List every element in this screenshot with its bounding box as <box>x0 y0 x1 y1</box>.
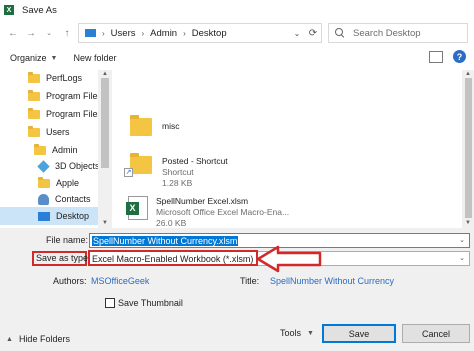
authors-value[interactable]: MSOfficeGeek <box>91 276 149 286</box>
nav-item-label: Contacts <box>55 194 91 204</box>
file-name: SpellNumber Excel.xlsm <box>156 196 249 206</box>
save-button[interactable]: Save <box>322 324 396 343</box>
forward-arrow-icon[interactable]: → <box>22 24 40 42</box>
folder-icon <box>28 89 40 101</box>
file-item-posted-shortcut[interactable]: ↗ Posted - Shortcut Shortcut 1.28 KB <box>124 153 228 189</box>
title-label: Title: <box>240 276 260 286</box>
file-item-spellnumber-excel[interactable]: SpellNumber Excel.xlsm Microsoft Office … <box>126 196 290 229</box>
nav-item-apple[interactable]: Apple <box>38 175 79 191</box>
cancel-button[interactable]: Cancel <box>402 324 470 343</box>
file-name-value: SpellNumber Without Currency.xlsm <box>92 235 239 246</box>
hide-folders-button[interactable]: ▲ Hide Folders <box>6 334 70 344</box>
address-bar[interactable]: › Users › Admin › Desktop ⌄ ⟳ <box>78 23 322 43</box>
recent-locations-chevron-icon[interactable]: ⌄ <box>40 24 58 42</box>
file-item-misc[interactable]: misc <box>130 115 180 136</box>
tools-label: Tools <box>280 328 302 338</box>
excel-icon: X <box>4 5 14 15</box>
file-type: Microsoft Office Excel Macro-Ena... <box>156 207 290 217</box>
excel-file-icon <box>126 196 148 220</box>
scroll-down-icon[interactable]: ▼ <box>98 219 112 228</box>
view-options-icon[interactable] <box>429 50 443 63</box>
nav-item-contacts[interactable]: Contacts <box>38 191 91 207</box>
folder-icon <box>28 125 40 137</box>
file-list: misc ↗ Posted - Shortcut Shortcut 1.28 K… <box>112 70 462 228</box>
breadcrumb-users[interactable]: Users <box>111 28 136 39</box>
nav-item-users[interactable]: Users <box>28 124 70 140</box>
nav-item-label: 3D Objects <box>55 161 100 171</box>
breadcrumb-desktop[interactable]: Desktop <box>192 28 227 39</box>
breadcrumb-admin[interactable]: Admin <box>150 28 177 39</box>
contacts-icon <box>38 193 49 205</box>
nav-pane-scrollbar[interactable]: ▲ ▼ <box>98 70 112 228</box>
new-folder-button[interactable]: New folder <box>73 53 116 63</box>
navigation-bar: ← → ⌄ ↑ › Users › Admin › Desktop ⌄ ⟳ Se… <box>0 20 474 46</box>
file-name: Posted - Shortcut <box>162 156 228 166</box>
help-icon[interactable]: ? <box>453 50 466 63</box>
shortcut-arrow-icon: ↗ <box>124 168 133 177</box>
file-type: Shortcut <box>162 167 194 177</box>
save-thumbnail-checkbox[interactable] <box>105 298 115 308</box>
search-input[interactable]: Search Desktop <box>328 23 468 43</box>
this-pc-icon <box>85 29 96 37</box>
scroll-down-icon[interactable]: ▼ <box>462 219 474 228</box>
nav-item-label: PerfLogs <box>46 73 83 83</box>
file-name-label: File name: <box>46 235 89 245</box>
save-as-type-value-highlight <box>88 250 258 266</box>
command-toolbar: Organize ▼ New folder ? <box>0 46 474 70</box>
save-as-type-label: Save as type: <box>36 253 91 263</box>
title-value[interactable]: SpellNumber Without Currency <box>270 276 394 286</box>
desktop-icon <box>38 211 50 221</box>
file-name: misc <box>162 121 180 131</box>
nav-item-admin[interactable]: Admin <box>34 142 78 158</box>
nav-item-desktop[interactable]: Desktop <box>0 207 98 225</box>
chevron-down-icon[interactable]: ⌄ <box>459 254 465 262</box>
scrollbar-thumb[interactable] <box>101 78 109 168</box>
folder-icon <box>28 71 40 83</box>
authors-label: Authors: <box>53 276 87 286</box>
refresh-icon[interactable]: ⟳ <box>305 28 321 39</box>
nav-item-program-files[interactable]: Program Files <box>28 88 102 104</box>
folder-icon <box>28 107 40 119</box>
folder-icon <box>34 143 46 155</box>
window-title: Save As <box>22 4 57 16</box>
chevron-up-icon: ▲ <box>6 335 13 343</box>
organize-label: Organize <box>10 53 47 63</box>
nav-item-label: Apple <box>56 178 80 188</box>
chevron-down-icon: ▼ <box>307 329 314 337</box>
search-icon <box>335 28 345 38</box>
save-form: File name: SpellNumber Without Currency.… <box>0 228 474 351</box>
organize-button[interactable]: Organize ▼ <box>10 53 57 63</box>
address-dropdown-icon[interactable]: ⌄ <box>289 29 305 38</box>
navigation-pane: PerfLogs Program Files Program Files ( U… <box>0 70 112 228</box>
save-thumbnail-label[interactable]: Save Thumbnail <box>118 298 183 308</box>
nav-item-perflogs[interactable]: PerfLogs <box>28 70 82 86</box>
nav-item-label: Program Files <box>46 91 103 101</box>
chevron-down-icon[interactable]: ⌄ <box>459 236 465 244</box>
nav-item-label: Users <box>46 127 70 137</box>
nav-item-label: Admin <box>52 145 78 155</box>
folder-icon <box>130 115 152 136</box>
hide-folders-label: Hide Folders <box>18 334 70 344</box>
3d-objects-icon <box>37 159 50 173</box>
nav-item-3d-objects[interactable]: 3D Objects <box>37 158 100 174</box>
tools-button[interactable]: Tools ▼ <box>280 328 314 338</box>
nav-item-program-files-x86[interactable]: Program Files ( <box>28 106 108 122</box>
search-placeholder: Search Desktop <box>353 27 421 39</box>
title-bar: X Save As <box>0 0 474 20</box>
nav-item-label: Desktop <box>56 211 90 221</box>
back-arrow-icon[interactable]: ← <box>4 24 22 42</box>
file-size: 1.28 KB <box>162 178 193 188</box>
up-arrow-icon[interactable]: ↑ <box>58 24 76 42</box>
red-arrow-icon <box>256 245 322 273</box>
folder-icon <box>38 176 50 188</box>
folder-shortcut-icon: ↗ <box>124 153 152 177</box>
scrollbar-thumb[interactable] <box>465 78 472 218</box>
chevron-down-icon: ▼ <box>50 54 58 62</box>
file-list-scrollbar[interactable]: ▲ ▼ <box>462 70 474 228</box>
